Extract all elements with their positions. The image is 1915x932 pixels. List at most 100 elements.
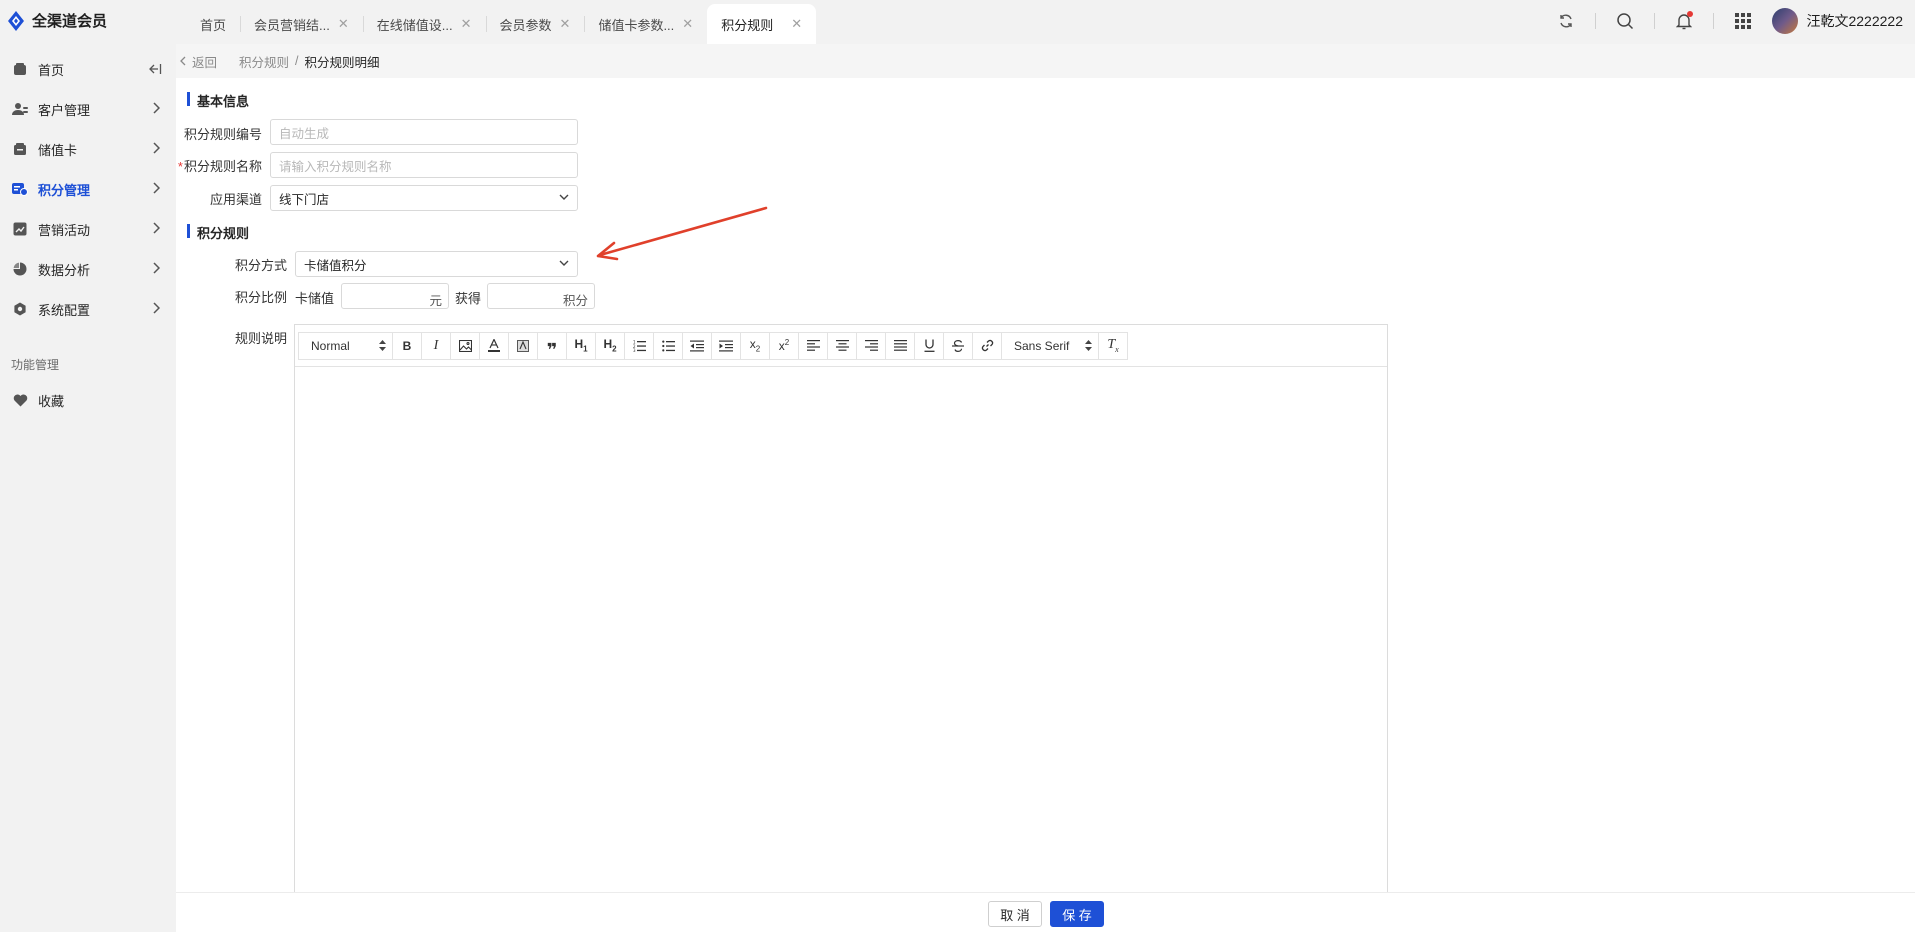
rule-code-field[interactable]: 自动生成 [270, 119, 578, 145]
font-color-icon[interactable] [479, 331, 509, 360]
outdent-icon[interactable] [682, 331, 712, 360]
clear-format-icon[interactable]: Tx [1098, 331, 1128, 360]
heart-icon [12, 392, 28, 408]
sidebar: 首页 客户管理 储值卡 积分管理 营销活动 数据分析 系统配置 功能管理 收藏 [0, 44, 176, 932]
image-icon[interactable] [450, 331, 480, 360]
save-button[interactable]: 保 存 [1050, 901, 1104, 927]
rule-code-label: 积分规则编号 [183, 127, 262, 142]
sidebar-item-label: 首页 [38, 62, 65, 78]
apps-grid-icon[interactable] [1732, 10, 1754, 32]
updown-icon [379, 340, 386, 351]
sidebar-item-customers[interactable]: 客户管理 [0, 90, 176, 128]
sidebar-item-analytics[interactable]: 数据分析 [0, 250, 176, 288]
tab-home[interactable]: 首页 [188, 4, 240, 44]
superscript-icon[interactable]: x2 [769, 331, 799, 360]
channel-select[interactable]: 线下门店 [270, 185, 578, 211]
subscript-icon[interactable]: x2 [740, 331, 770, 360]
form-footer: 取 消 保 存 [176, 892, 1915, 932]
align-left-icon[interactable] [798, 331, 828, 360]
sidebar-item-favorites[interactable]: 收藏 [0, 381, 176, 419]
sidebar-item-label: 客户管理 [38, 102, 91, 118]
h1-icon[interactable]: H1 [566, 331, 596, 360]
top-bar: 全渠道会员 首页 会员营销结... ✕ 在线储值设... ✕ 会员参数 ✕ 储值… [0, 0, 1915, 44]
blockquote-icon[interactable]: ❞ [537, 331, 567, 360]
updown-icon [1085, 340, 1092, 351]
required-marker: * [177, 159, 183, 174]
users-icon [12, 101, 28, 117]
indent-icon[interactable] [711, 331, 741, 360]
close-icon[interactable]: ✕ [791, 16, 802, 32]
strike-icon[interactable] [943, 331, 973, 360]
search-icon[interactable] [1614, 10, 1636, 32]
channel-label: 应用渠道 [209, 192, 262, 207]
h2-icon[interactable]: H2 [595, 331, 625, 360]
rich-text-editor: Normal B I ❞ H1 H2 123 x2 x2 Sans Serif … [294, 324, 1388, 932]
sidebar-item-marketing[interactable]: 营销活动 [0, 210, 176, 248]
section-title-rules: 积分规则 [187, 223, 249, 242]
chart-icon [12, 221, 28, 237]
font-family-select[interactable]: Sans Serif [1001, 331, 1099, 360]
tab-card-params[interactable]: 储值卡参数... ✕ [584, 4, 707, 44]
ratio-points-unit: 积分 [562, 294, 588, 308]
sidebar-item-label: 积分管理 [38, 182, 91, 198]
close-icon[interactable]: ✕ [682, 16, 693, 32]
underline-icon[interactable] [914, 331, 944, 360]
tab-online-stored-value[interactable]: 在线储值设... ✕ [362, 4, 486, 44]
sidebar-item-settings[interactable]: 系统配置 [0, 290, 176, 328]
app-logo[interactable]: 全渠道会员 [8, 10, 107, 31]
ordered-list-icon[interactable]: 123 [624, 331, 654, 360]
refresh-icon[interactable] [1555, 10, 1577, 32]
bold-icon[interactable]: B [392, 331, 422, 360]
background-color-icon[interactable] [508, 331, 538, 360]
avatar[interactable] [1772, 8, 1799, 34]
annotation-arrow [596, 206, 768, 261]
tab-member-params[interactable]: 会员参数 ✕ [485, 4, 585, 44]
tab-label: 积分规则 [721, 17, 774, 33]
header-format-select[interactable]: Normal [298, 331, 393, 360]
collapse-sidebar-icon[interactable] [148, 63, 162, 78]
breadcrumb-parent[interactable]: 积分规则 [239, 52, 289, 71]
chevron-left-icon [180, 56, 186, 66]
ratio-amount-field[interactable]: 元 [341, 283, 449, 309]
sidebar-item-label: 系统配置 [38, 302, 91, 318]
ratio-mid: 获得 [455, 291, 482, 306]
sidebar-item-home[interactable]: 首页 [0, 50, 176, 88]
font-family-value: Sans Serif [1014, 338, 1070, 353]
close-icon[interactable]: ✕ [338, 16, 349, 32]
editor-toolbar: Normal B I ❞ H1 H2 123 x2 x2 Sans Serif … [295, 325, 1387, 367]
method-select[interactable]: 卡储值积分 [295, 251, 578, 277]
channel-value: 线下门店 [279, 192, 330, 207]
chevron-right-icon [152, 222, 161, 237]
align-right-icon[interactable] [856, 331, 886, 360]
tab-member-marketing[interactable]: 会员营销结... ✕ [240, 4, 363, 44]
rule-name-field[interactable]: 请输入积分规则名称 [270, 152, 578, 178]
bullet-list-icon[interactable] [653, 331, 683, 360]
user-name[interactable]: 汪乾文2222222 [1806, 11, 1903, 31]
align-center-icon[interactable] [827, 331, 857, 360]
cancel-button[interactable]: 取 消 [988, 901, 1042, 927]
link-icon[interactable] [972, 331, 1002, 360]
ratio-prefix: 卡储值 [295, 291, 335, 306]
rule-code-placeholder: 自动生成 [279, 126, 330, 141]
pie-icon [12, 261, 28, 277]
tab-points-rule[interactable]: 积分规则 ✕ [707, 4, 817, 44]
chevron-right-icon [152, 102, 161, 117]
close-icon[interactable]: ✕ [560, 16, 571, 32]
align-justify-icon[interactable] [885, 331, 915, 360]
tab-label: 储值卡参数... [598, 17, 675, 33]
ratio-points-field[interactable]: 积分 [487, 283, 595, 309]
editor-content-area[interactable] [295, 367, 1387, 932]
sidebar-item-points[interactable]: 积分管理 [0, 170, 176, 208]
bell-icon[interactable] [1673, 10, 1695, 32]
back-link[interactable]: 返回 [180, 52, 217, 71]
home-icon [12, 61, 28, 77]
italic-icon[interactable]: I [421, 331, 451, 360]
logo-icon [8, 10, 24, 31]
breadcrumb: 返回 积分规则 / 积分规则明细 [176, 44, 1915, 78]
close-icon[interactable]: ✕ [461, 16, 472, 32]
tab-label: 会员营销结... [254, 17, 330, 33]
header-format-value: Normal [311, 338, 350, 353]
sidebar-item-stored-card[interactable]: 储值卡 [0, 130, 176, 168]
rule-name-placeholder: 请输入积分规则名称 [279, 159, 392, 174]
divider [1595, 13, 1597, 29]
